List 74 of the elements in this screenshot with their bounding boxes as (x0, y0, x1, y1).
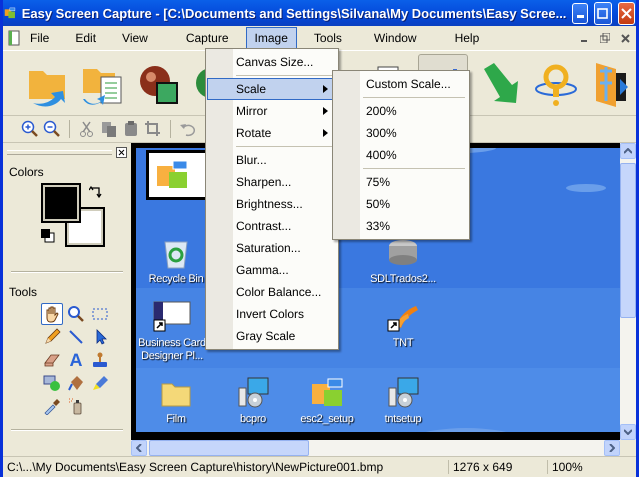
restore-icon (600, 33, 610, 43)
paint-bucket-icon (67, 374, 85, 392)
menu-item[interactable]: Help (446, 27, 488, 49)
search-icon (67, 305, 85, 323)
paste-icon[interactable] (122, 120, 140, 138)
scrollbar-thumb[interactable] (620, 163, 636, 318)
up-caret-icon (624, 148, 632, 154)
file-path: C:\...\My Documents\Easy Screen Capture\history\NewPicture001.bmp (6, 460, 384, 474)
left-caret-icon (136, 444, 142, 452)
dropper-icon (43, 397, 61, 415)
close-icon[interactable] (116, 146, 127, 158)
menu-item[interactable]: 33% (334, 215, 468, 237)
window-title: Easy Screen Capture - [C:\Documents and Settings\Silvana\My Documents\Easy Scree... (22, 6, 566, 20)
desktop-icon-label[interactable]: TNT (392, 337, 414, 350)
stamp-icon (91, 351, 109, 369)
zoom-in-icon[interactable] (21, 120, 39, 138)
swap-icon[interactable] (89, 185, 103, 199)
menu-item[interactable]: Mirror (207, 100, 337, 122)
image-dimensions: 1276 x 649 (448, 460, 547, 474)
panel-heading: Colors (8, 164, 45, 181)
installer-icon (236, 376, 270, 410)
zoom-level: 100% (547, 460, 636, 474)
menu-item[interactable]: Saturation... (207, 237, 337, 259)
pencil-icon (43, 328, 61, 346)
menu-item[interactable]: Custom Scale... (334, 73, 468, 95)
shapes-icon (43, 374, 61, 392)
menu-item[interactable]: 200% (334, 100, 468, 122)
zoom-out-icon[interactable] (43, 120, 61, 138)
maximize-button[interactable] (594, 2, 612, 24)
scroll-down-button[interactable] (620, 424, 636, 440)
minimize-button[interactable] (572, 2, 588, 24)
panel-heading: Tools (8, 284, 38, 301)
menu-item[interactable]: Invert Colors (207, 303, 337, 325)
cut-icon[interactable] (78, 120, 96, 138)
document-icon (7, 30, 21, 46)
scroll-right-button[interactable] (604, 440, 620, 456)
minimize-icon (576, 14, 584, 18)
copy-icon[interactable] (100, 120, 118, 138)
menu-item[interactable]: Window (364, 27, 426, 49)
tool-button[interactable] (41, 303, 63, 325)
right-caret-icon (609, 444, 615, 452)
desktop-icon-label[interactable]: Recycle Bin (148, 273, 204, 286)
default-colors-icon[interactable] (41, 229, 55, 243)
menu-item[interactable]: Gray Scale (207, 325, 337, 347)
tool-button[interactable]: A (65, 349, 87, 371)
close-icon (620, 8, 632, 18)
menu-item[interactable]: 300% (334, 122, 468, 144)
menu-item[interactable]: File (21, 27, 58, 49)
close-button[interactable] (618, 2, 635, 24)
scrollbar-thumb[interactable] (149, 440, 309, 456)
down-caret-icon (624, 429, 632, 435)
highlighter-icon (91, 374, 109, 392)
menu-item[interactable]: View (113, 27, 157, 49)
menu-item[interactable]: Image (246, 27, 297, 49)
menu-item[interactable]: 75% (334, 171, 468, 193)
scroll-up-button[interactable] (620, 143, 636, 159)
menu-item[interactable]: 50% (334, 193, 468, 215)
line-icon (67, 328, 85, 346)
crop-icon[interactable] (144, 120, 162, 138)
color-swatches-drawing[interactable] (41, 183, 105, 247)
menu-item[interactable]: Capture (176, 27, 238, 49)
business-card-icon (152, 300, 192, 334)
scroll-left-button[interactable] (131, 440, 147, 456)
menu-item[interactable]: Gamma... (207, 259, 337, 281)
menu-item[interactable]: Tools (304, 27, 351, 49)
desktop-icon-label[interactable]: SDLTrados2... (370, 273, 436, 286)
maximize-icon (597, 8, 608, 18)
menu-item[interactable]: 400% (334, 144, 468, 166)
installer-icon (386, 376, 420, 410)
menu-item[interactable]: Color Balance... (207, 281, 337, 303)
app-icon (4, 5, 16, 21)
menu-item[interactable]: Canvas Size... (207, 51, 337, 73)
menu-item[interactable]: Edit (66, 27, 106, 49)
close-icon (620, 34, 630, 42)
